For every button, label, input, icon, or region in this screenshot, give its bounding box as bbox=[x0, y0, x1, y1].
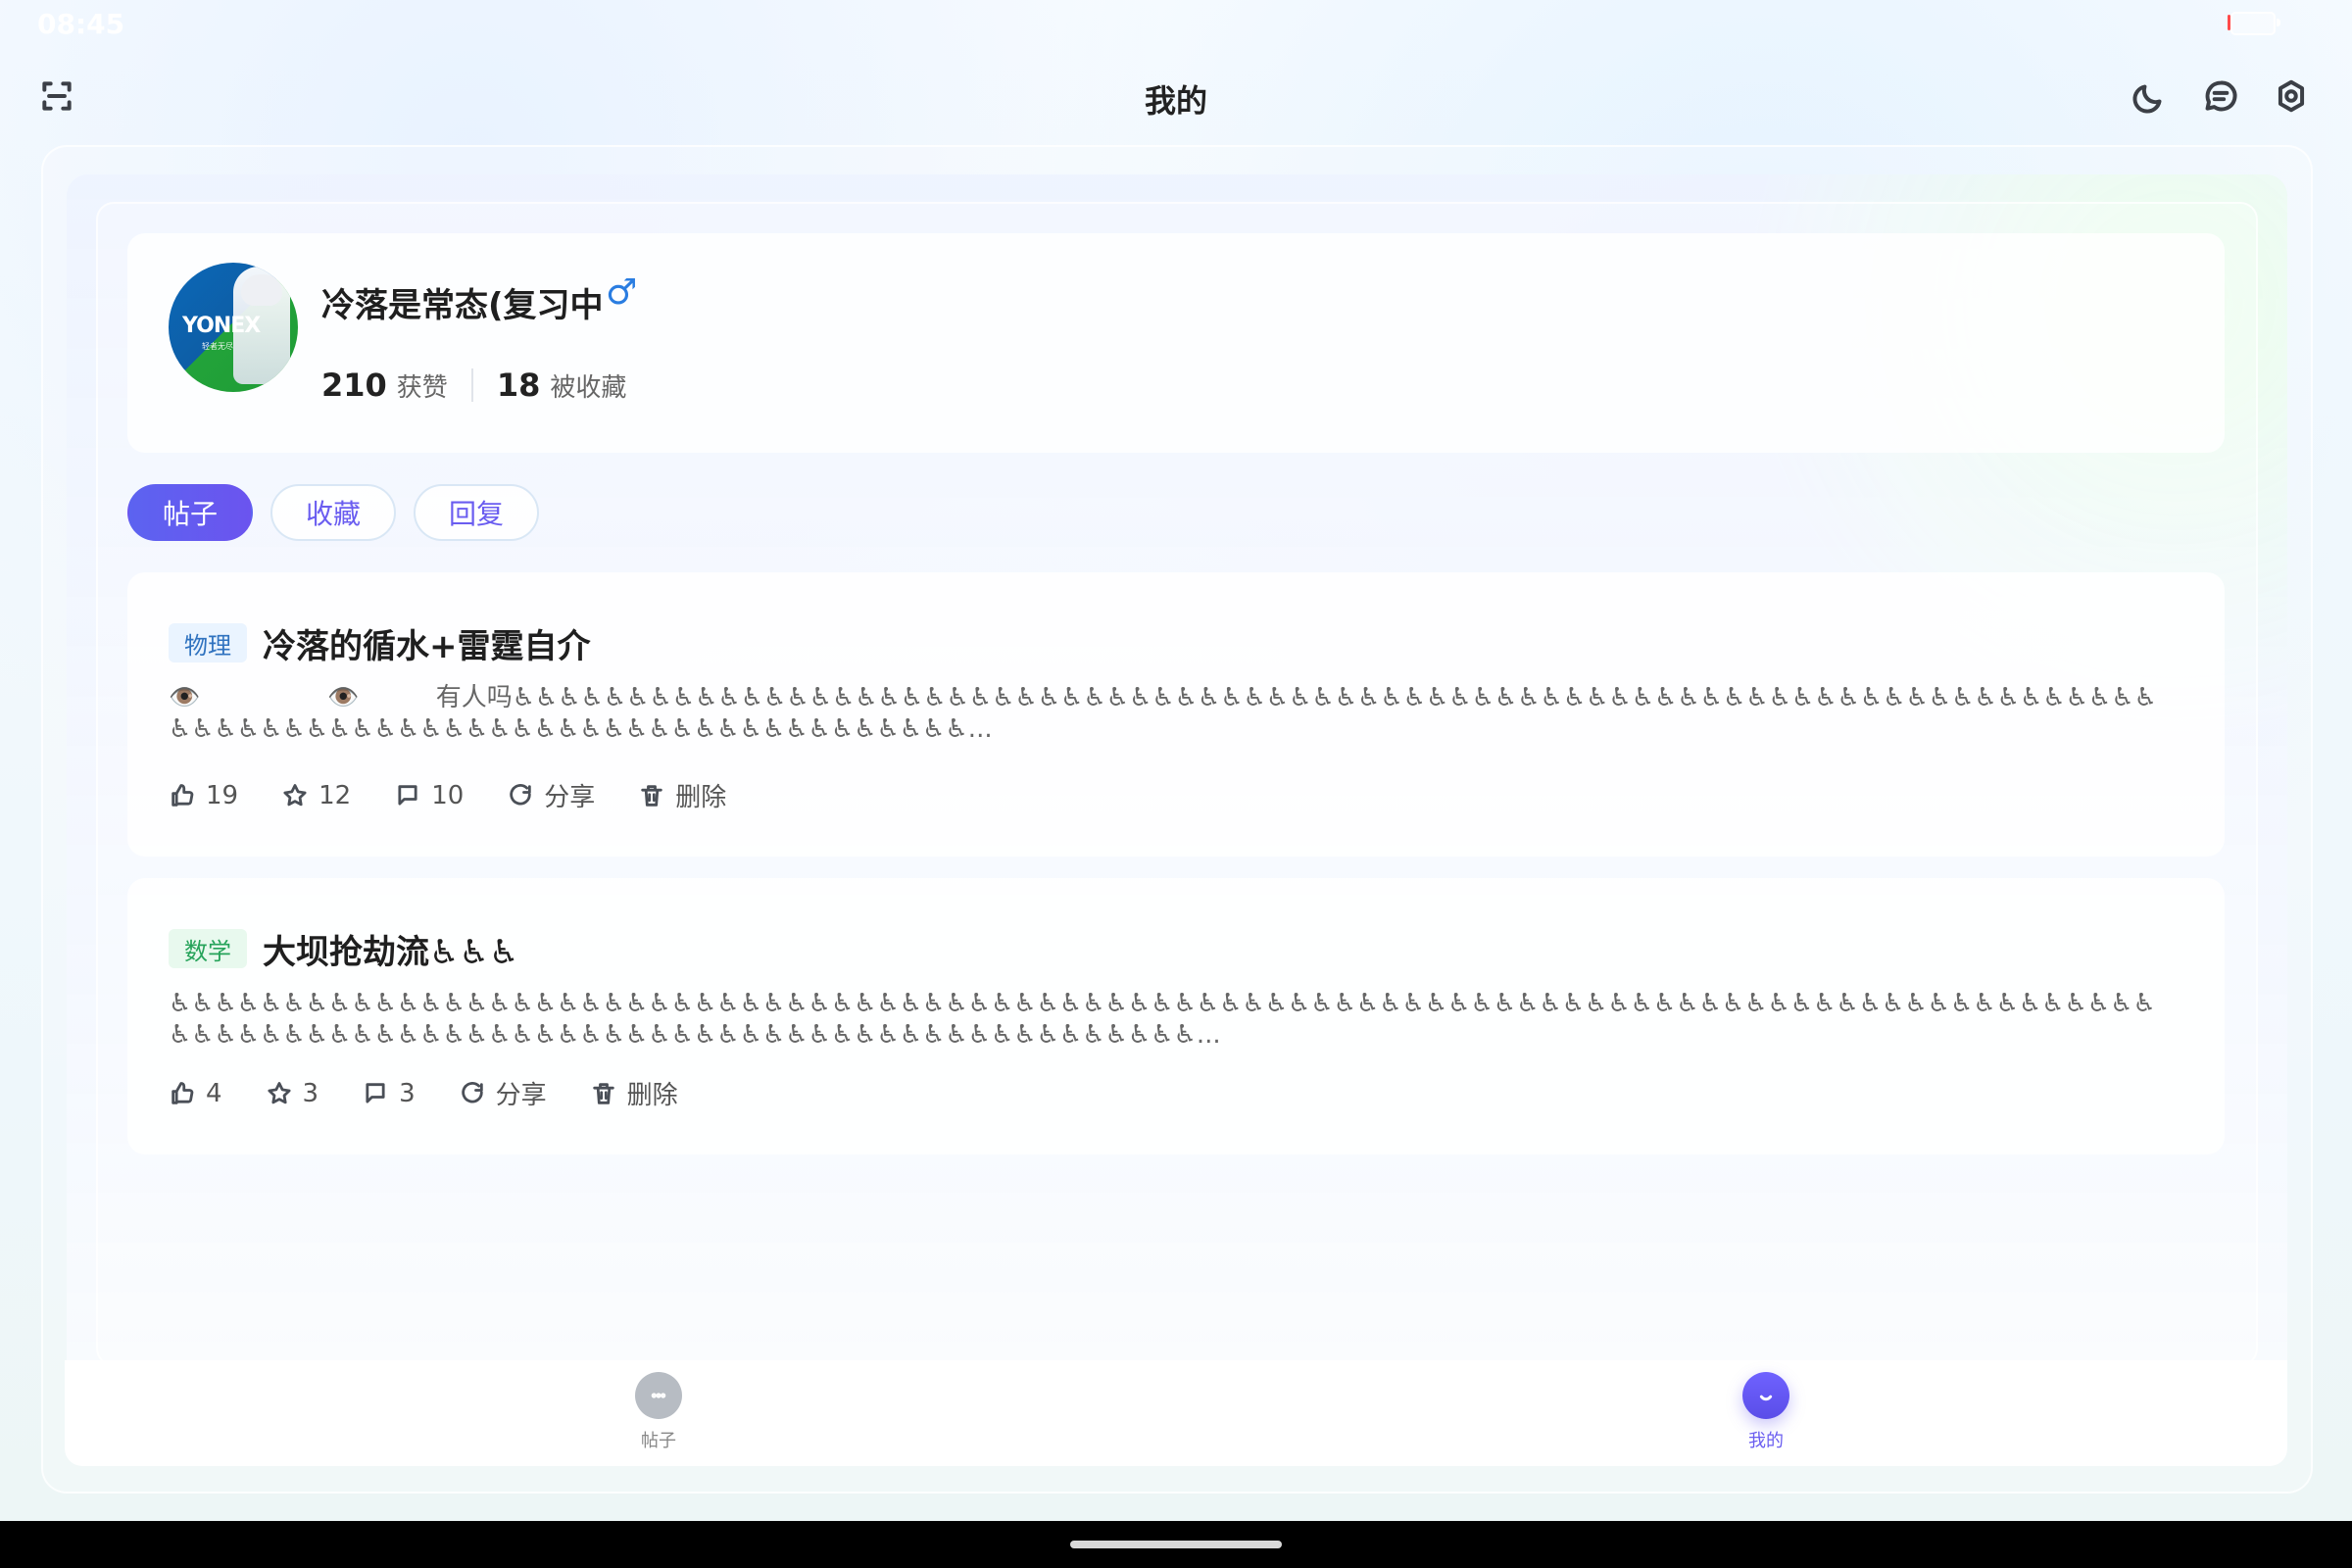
profile-stats: 210 获赞 18 被收藏 bbox=[321, 367, 626, 404]
moon-icon[interactable] bbox=[2129, 74, 2172, 118]
tab-favorites[interactable]: 收藏 bbox=[270, 484, 397, 541]
delete-button[interactable]: 删除 bbox=[638, 777, 726, 813]
page-title: 我的 bbox=[1144, 82, 1207, 120]
collected-count: 18 bbox=[496, 367, 541, 404]
comment-count: 10 bbox=[431, 780, 465, 810]
delete-label: 删除 bbox=[675, 783, 727, 812]
comment-icon bbox=[366, 1082, 385, 1103]
delete-label: 删除 bbox=[626, 1081, 678, 1110]
post-title[interactable]: 冷落的循水+雷霆自介 bbox=[263, 619, 591, 667]
favorite-button[interactable]: 12 bbox=[281, 781, 351, 810]
comment-icon bbox=[398, 784, 417, 806]
post-card-1[interactable]: 物理 冷落的循水+雷霆自介 👁️ 👁️ 有人吗♿♿♿♿♿♿♿♿♿♿♿♿♿♿♿♿♿… bbox=[127, 572, 2225, 857]
avatar[interactable]: YONEX 轻者无尽 bbox=[169, 263, 298, 392]
comment-count: 3 bbox=[399, 1078, 416, 1108]
home-indicator[interactable] bbox=[1070, 1541, 1282, 1548]
top-bar: 我的 bbox=[0, 57, 2352, 135]
nav-mine-label: 我的 bbox=[1748, 1431, 1784, 1451]
likes-label: 获赞 bbox=[396, 372, 448, 403]
profile-smile-icon bbox=[1742, 1372, 1789, 1419]
like-count: 19 bbox=[206, 780, 239, 810]
trash-icon bbox=[592, 1082, 614, 1104]
post-actions: 19 12 10 分享 删除 bbox=[169, 777, 726, 813]
comment-button[interactable]: 3 bbox=[362, 1079, 416, 1108]
favorite-count: 12 bbox=[318, 780, 352, 810]
username: 冷落是常态(复习中 bbox=[321, 286, 604, 325]
star-icon bbox=[267, 1081, 291, 1103]
nav-mine[interactable]: 我的 bbox=[1697, 1372, 1835, 1458]
message-icon[interactable] bbox=[2199, 74, 2242, 118]
subject-tag: 物理 bbox=[169, 623, 247, 662]
system-navigation-bar bbox=[0, 1521, 2352, 1568]
subject-tag: 数学 bbox=[169, 929, 247, 968]
post-actions: 4 3 3 分享 删除 bbox=[169, 1075, 678, 1111]
app-screen: 08:45 我的 YONEX 轻者无尽 冷落是常态(复习中 ♂ 210 获赞 1… bbox=[0, 0, 2352, 1568]
like-button[interactable]: 19 bbox=[169, 781, 238, 810]
gender-icon: ♂ bbox=[606, 272, 638, 313]
post-preview[interactable]: 👁️ 👁️ 有人吗♿♿♿♿♿♿♿♿♿♿♿♿♿♿♿♿♿♿♿♿♿♿♿♿♿♿♿♿♿♿♿… bbox=[169, 682, 2168, 751]
profile-tabs: 帖子 收藏 回复 bbox=[127, 484, 540, 541]
share-label: 分享 bbox=[544, 783, 596, 812]
status-time: 08:45 bbox=[37, 8, 125, 40]
nav-posts[interactable]: 帖子 bbox=[590, 1372, 727, 1458]
share-icon bbox=[461, 1081, 483, 1102]
favorite-count: 3 bbox=[302, 1078, 319, 1108]
thumb-up-icon bbox=[172, 1081, 194, 1104]
thumb-up-icon bbox=[172, 783, 194, 807]
share-icon bbox=[510, 783, 532, 805]
nav-posts-label: 帖子 bbox=[641, 1431, 676, 1451]
settings-icon[interactable] bbox=[2270, 74, 2313, 118]
like-count: 4 bbox=[206, 1078, 222, 1108]
tab-posts[interactable]: 帖子 bbox=[127, 484, 254, 541]
post-card-2[interactable]: 数学 大坝抢劫流♿♿♿ ♿♿♿♿♿♿♿♿♿♿♿♿♿♿♿♿♿♿♿♿♿♿♿♿♿♿♿♿… bbox=[127, 878, 2225, 1154]
share-label: 分享 bbox=[495, 1081, 547, 1110]
post-preview-text: ♿♿♿♿♿♿♿♿♿♿♿♿♿♿♿♿♿♿♿♿♿♿♿♿♿♿♿♿♿♿♿♿♿♿♿♿♿♿♿♿… bbox=[169, 989, 2156, 1050]
avatar-subtext: 轻者无尽 bbox=[202, 342, 233, 351]
battery-icon bbox=[2230, 12, 2280, 35]
like-button[interactable]: 4 bbox=[169, 1079, 222, 1108]
trash-icon bbox=[641, 784, 663, 807]
avatar-brand-text: YONEX bbox=[182, 314, 261, 338]
post-preview-text: 👁️ 👁️ 有人吗♿♿♿♿♿♿♿♿♿♿♿♿♿♿♿♿♿♿♿♿♿♿♿♿♿♿♿♿♿♿♿… bbox=[169, 683, 2157, 744]
likes-count: 210 bbox=[321, 367, 387, 404]
stats-divider bbox=[470, 368, 473, 402]
share-button[interactable]: 分享 bbox=[507, 777, 595, 813]
favorite-button[interactable]: 3 bbox=[266, 1078, 319, 1108]
delete-button[interactable]: 删除 bbox=[590, 1075, 678, 1111]
chat-bubble-icon bbox=[635, 1372, 682, 1419]
post-preview[interactable]: ♿♿♿♿♿♿♿♿♿♿♿♿♿♿♿♿♿♿♿♿♿♿♿♿♿♿♿♿♿♿♿♿♿♿♿♿♿♿♿♿… bbox=[169, 988, 2168, 1056]
bottom-navigation: 帖子 我的 bbox=[65, 1360, 2287, 1466]
post-title[interactable]: 大坝抢劫流♿♿♿ bbox=[263, 925, 518, 973]
profile-card: YONEX 轻者无尽 冷落是常态(复习中 ♂ 210 获赞 18 被收藏 bbox=[127, 233, 2225, 453]
share-button[interactable]: 分享 bbox=[459, 1075, 547, 1111]
tab-replies[interactable]: 回复 bbox=[414, 484, 540, 541]
collected-label: 被收藏 bbox=[550, 372, 627, 403]
star-icon bbox=[283, 783, 307, 806]
comment-button[interactable]: 10 bbox=[394, 781, 464, 810]
